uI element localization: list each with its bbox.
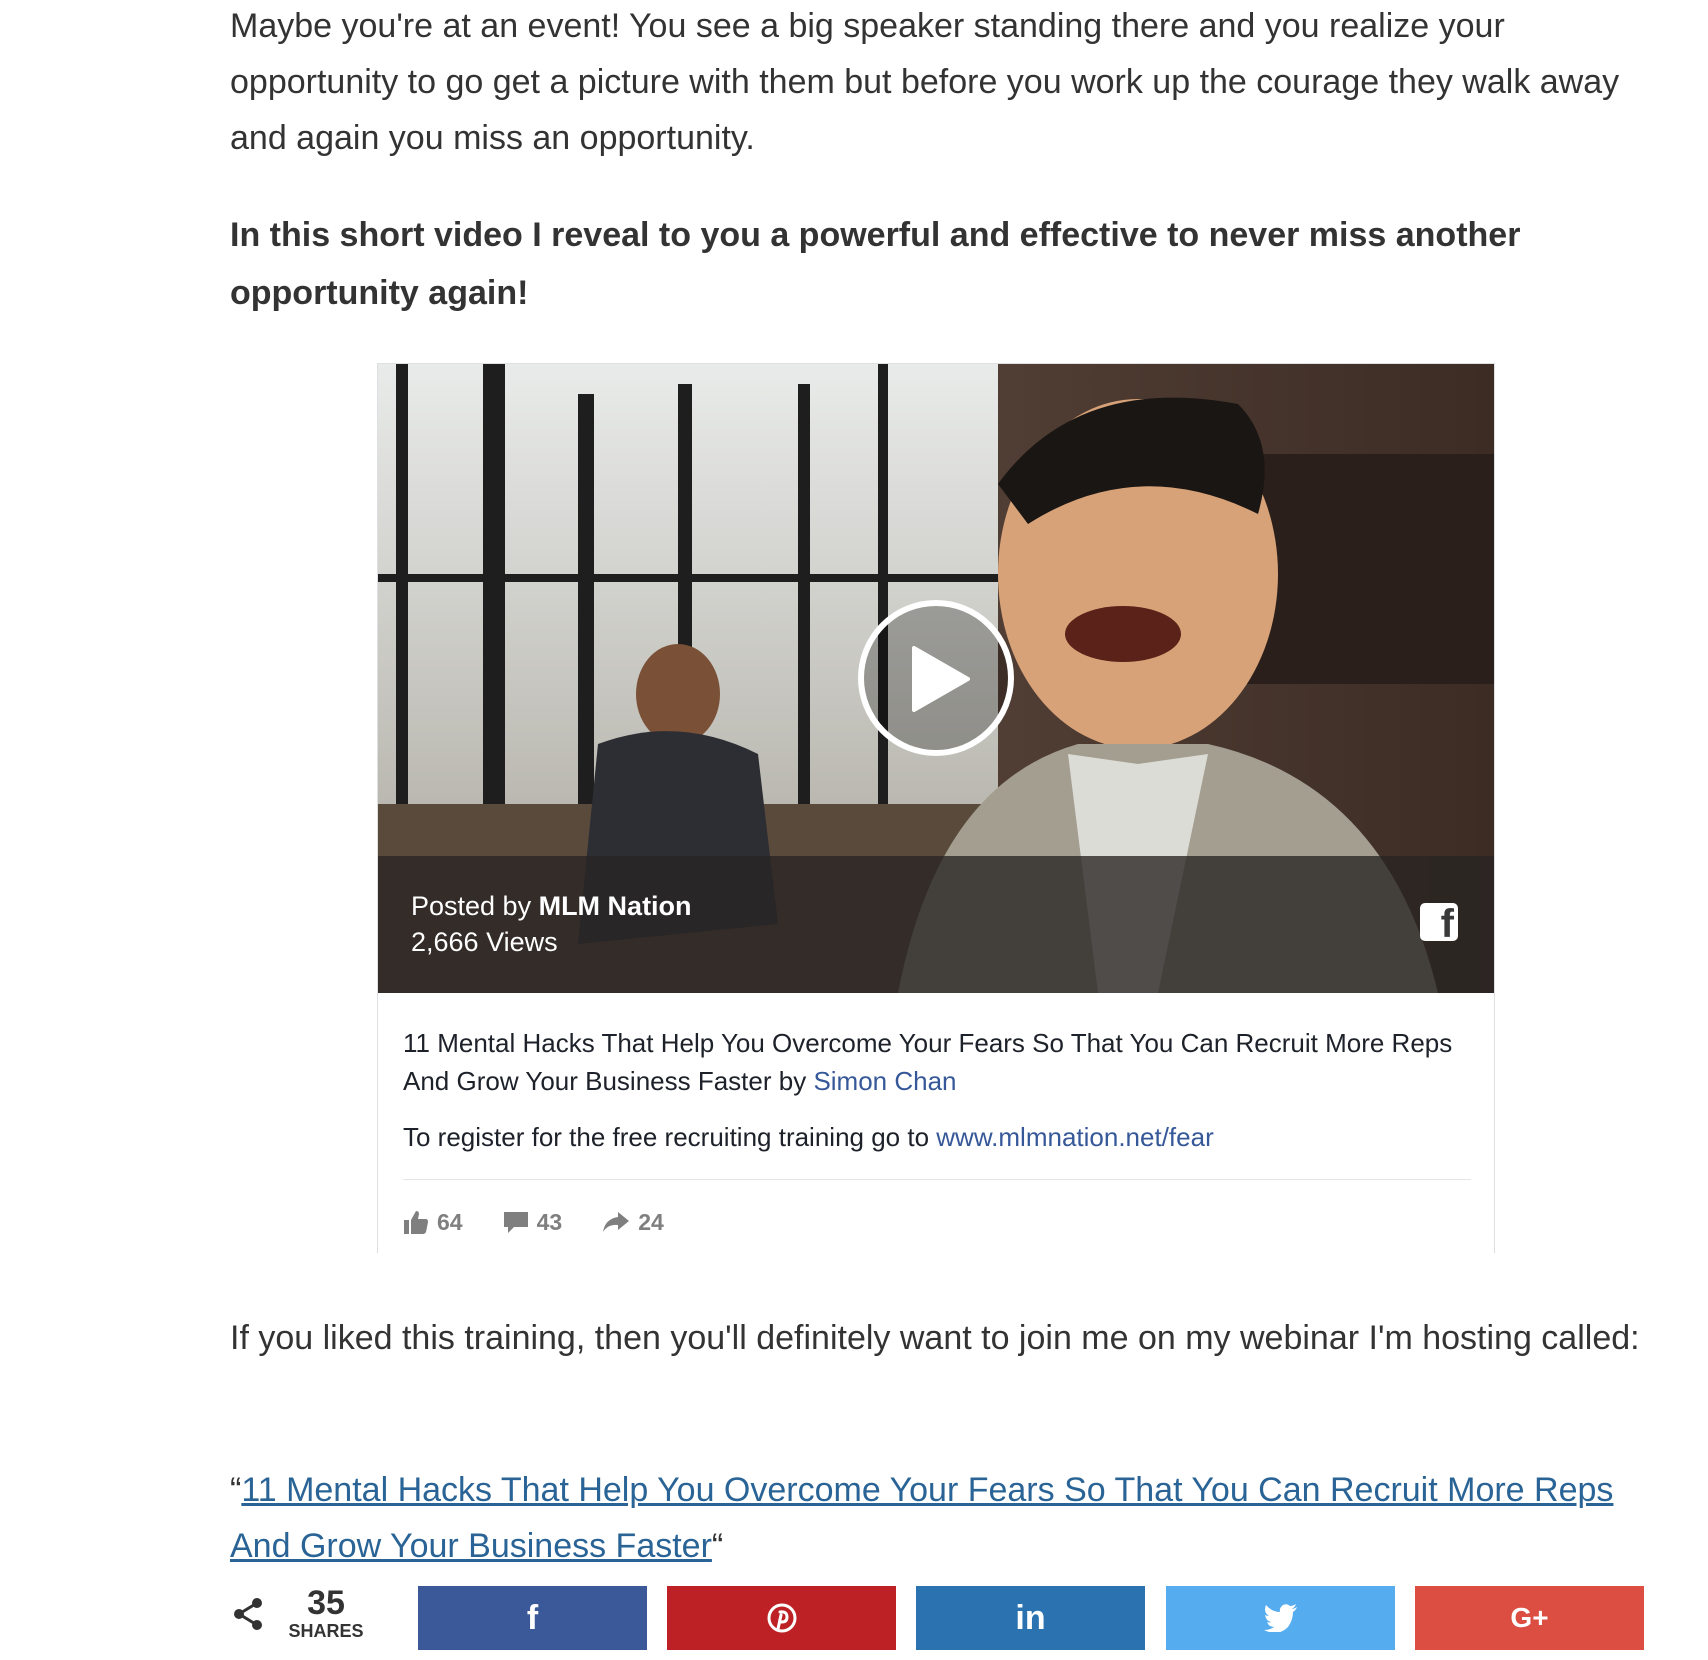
posted-prefix: Posted by (411, 891, 539, 921)
quote-close: “ (711, 1527, 724, 1565)
video-caption: 11 Mental Hacks That Help You Overcome Y… (403, 1024, 1473, 1100)
author-link[interactable]: Simon Chan (813, 1066, 956, 1096)
divider (403, 1179, 1471, 1180)
register-link[interactable]: www.mlmnation.net/fear (936, 1122, 1213, 1152)
bold-paragraph: In this short video I reveal to you a po… (230, 216, 1521, 312)
video-info-overlay: Posted by MLM Nation 2,666 Views f (378, 856, 1494, 993)
linkedin-share-button[interactable]: in (916, 1586, 1145, 1650)
comments-count: 43 (536, 1208, 563, 1235)
thumbs-up-icon (404, 1211, 428, 1234)
page-name-link[interactable]: MLM Nation (539, 891, 692, 921)
pinterest-share-button[interactable] (667, 1586, 896, 1650)
share-icon (234, 1598, 262, 1630)
register-line: To register for the free recruiting trai… (403, 1118, 1214, 1156)
posted-by: Posted by MLM Nation (411, 888, 692, 924)
share-count-number: 35 (307, 1584, 345, 1622)
twitter-icon (1263, 1604, 1297, 1632)
comment-icon (503, 1212, 528, 1233)
facebook-share-button[interactable]: f (418, 1586, 647, 1650)
likes-count: 64 (437, 1208, 463, 1235)
facebook-video-embed: Posted by MLM Nation 2,666 Views f 11 Me… (377, 363, 1495, 1253)
share-count: 35 SHARES (288, 1585, 364, 1641)
intro-paragraph: Maybe you're at an event! You see a big … (230, 7, 1620, 157)
facebook-icon: f (526, 1598, 539, 1637)
register-text: To register for the free recruiting trai… (403, 1122, 937, 1152)
webinar-link[interactable]: 11 Mental Hacks That Help You Overcome Y… (230, 1471, 1613, 1565)
pinterest-icon (767, 1603, 796, 1633)
view-count: 2,666 Views (411, 927, 558, 957)
share-count-label: SHARES (288, 1621, 364, 1641)
shares-count: 24 (638, 1208, 664, 1235)
play-button[interactable] (858, 600, 1014, 756)
webinar-paragraph: If you liked this training, then you'll … (230, 1319, 1640, 1357)
webinar-quote: “11 Mental Hacks That Help You Overcome … (230, 1462, 1650, 1574)
comments-stat[interactable]: 43 (503, 1208, 563, 1236)
likes-stat[interactable]: 64 (403, 1209, 463, 1236)
facebook-logo-icon[interactable]: f (1420, 903, 1458, 941)
video-player[interactable]: Posted by MLM Nation 2,666 Views f (378, 364, 1494, 993)
play-icon (912, 646, 970, 712)
quote-open: “ (230, 1471, 242, 1509)
social-share-bar: 35 SHARES f in G+ (0, 1582, 1708, 1660)
googleplus-icon: G+ (1510, 1602, 1549, 1633)
engagement-stats: 64 43 24 (403, 1202, 704, 1242)
twitter-share-button[interactable] (1166, 1586, 1395, 1650)
shares-stat[interactable]: 24 (602, 1209, 664, 1236)
linkedin-icon: in (1015, 1598, 1046, 1637)
googleplus-share-button[interactable]: G+ (1415, 1586, 1644, 1650)
share-arrow-icon (603, 1212, 630, 1232)
